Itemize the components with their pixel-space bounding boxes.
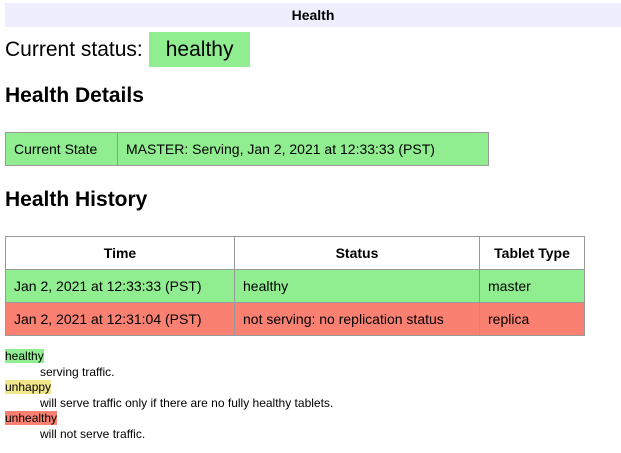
column-header-tablet-type: Tablet Type (480, 237, 585, 270)
legend-description-unhealthy: will not serve traffic. (40, 427, 621, 443)
column-header-status: Status (235, 237, 480, 270)
health-history-heading: Health History (5, 188, 621, 212)
legend-description-unhappy: will serve traffic only if there are no … (40, 396, 621, 412)
legend-description-healthy: serving traffic. (40, 365, 621, 381)
current-status-line: Current status:healthy (5, 38, 621, 62)
legend-term-unhealthy: unhealthy (5, 411, 57, 425)
health-details-row: Current State MASTER: Serving, Jan 2, 20… (6, 133, 489, 166)
status-legend: healthy serving traffic. unhappy will se… (5, 349, 621, 443)
legend-term: healthy (5, 349, 621, 365)
table-header-row: Time Status Tablet Type (6, 237, 585, 270)
column-header-time: Time (6, 237, 235, 270)
current-state-label-cell: Current State (6, 133, 118, 166)
history-tablet-type-cell: master (480, 270, 585, 303)
current-status-label: Current status: (5, 38, 143, 61)
legend-term-unhappy: unhappy (5, 380, 51, 394)
history-tablet-type-cell: replica (480, 303, 585, 336)
page-title: Health (292, 7, 335, 23)
page-title-bar: Health (5, 3, 621, 27)
health-details-heading: Health Details (5, 84, 621, 108)
legend-term-healthy: healthy (5, 349, 44, 363)
health-history-table: Time Status Tablet Type Jan 2, 2021 at 1… (5, 236, 585, 336)
history-status-cell: not serving: no replication status (235, 303, 480, 336)
history-time-cell: Jan 2, 2021 at 12:31:04 (PST) (6, 303, 235, 336)
history-status-cell: healthy (235, 270, 480, 303)
legend-term: unhealthy (5, 411, 621, 427)
current-status-badge: healthy (149, 32, 251, 67)
current-state-value-cell: MASTER: Serving, Jan 2, 2021 at 12:33:33… (118, 133, 489, 166)
history-row-unhealthy: Jan 2, 2021 at 12:31:04 (PST) not servin… (6, 303, 585, 336)
legend-term: unhappy (5, 380, 621, 396)
history-row-healthy: Jan 2, 2021 at 12:33:33 (PST) healthy ma… (6, 270, 585, 303)
health-details-table: Current State MASTER: Serving, Jan 2, 20… (5, 132, 489, 166)
history-time-cell: Jan 2, 2021 at 12:33:33 (PST) (6, 270, 235, 303)
